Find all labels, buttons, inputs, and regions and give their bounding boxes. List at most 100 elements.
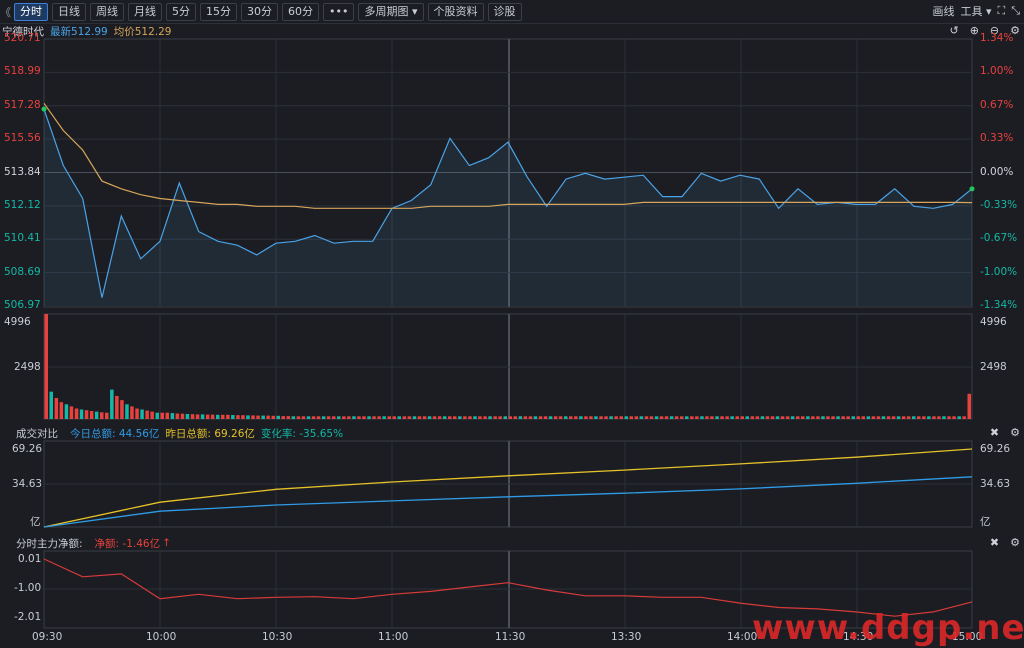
volume-bar	[528, 416, 533, 419]
volume-bar	[276, 415, 280, 419]
volume-bar	[906, 416, 911, 419]
volume-bar	[644, 416, 649, 419]
volume-bar	[634, 416, 639, 419]
volume-bar	[856, 416, 860, 419]
price-y-tick-right: -1.00%	[980, 265, 1018, 278]
x-axis-tick: 10:00	[146, 631, 177, 643]
volume-bar	[533, 416, 538, 419]
volume-bar	[326, 416, 331, 419]
marker-dot	[969, 186, 975, 192]
volume-bar	[558, 416, 563, 419]
volume-bar	[407, 416, 412, 419]
volume-bar	[221, 414, 225, 419]
volume-bar	[155, 412, 159, 419]
volume-bar	[120, 400, 124, 419]
volume-bar	[831, 416, 835, 419]
volume-bar	[372, 416, 376, 419]
compare-y-unit-left: 亿	[30, 516, 41, 528]
volume-bar	[468, 416, 472, 419]
volume-bar	[584, 416, 588, 419]
volume-bar	[765, 416, 770, 419]
price-y-tick-left: 513.84	[4, 165, 41, 178]
volume-bar	[720, 416, 724, 419]
volume-bar	[705, 416, 709, 419]
volume-bar	[523, 416, 528, 419]
volume-bar	[619, 416, 623, 419]
volume-bar	[281, 416, 285, 419]
volume-bar	[851, 416, 855, 419]
volume-bar	[79, 409, 84, 419]
volume-bar	[251, 415, 255, 419]
volume-bar	[881, 416, 886, 419]
volume-bar	[518, 416, 523, 419]
x-axis-tick: 13:30	[611, 631, 642, 643]
volume-bar	[427, 416, 432, 419]
volume-bar	[437, 416, 442, 419]
volume-bar	[342, 416, 346, 419]
price-y-tick-right: 1.00%	[980, 65, 1014, 78]
price-y-tick-right: 0.67%	[980, 98, 1014, 111]
volume-bar	[89, 411, 94, 419]
volume-bar	[130, 406, 134, 419]
volume-bar	[574, 416, 578, 419]
volume-bar	[609, 416, 613, 419]
volume-bar	[735, 416, 739, 419]
volume-bar	[367, 416, 371, 419]
volume-bar	[508, 416, 512, 419]
volume-bar	[59, 402, 64, 419]
volume-bar	[271, 415, 275, 419]
volume-bar	[811, 416, 815, 419]
flow-y-tick-left: -1.00	[14, 582, 42, 594]
volume-bar	[629, 416, 633, 419]
volume-bar	[115, 395, 119, 419]
volume-bar	[362, 416, 366, 419]
volume-bar	[760, 416, 765, 419]
marker-dot	[41, 106, 47, 112]
volume-bar	[513, 416, 517, 419]
volume-bar	[190, 414, 195, 419]
volume-bar	[125, 404, 129, 419]
price-y-tick-left: 515.56	[4, 132, 41, 145]
volume-bar	[180, 413, 185, 419]
volume-bar	[871, 416, 876, 419]
x-axis-tick: 11:00	[378, 631, 409, 643]
volume-bar	[498, 416, 502, 419]
chart-canvas[interactable]	[0, 0, 1024, 648]
volume-bar	[826, 416, 830, 419]
volume-y-tick-left: 4996	[4, 316, 31, 328]
volume-bar	[216, 414, 220, 419]
volume-bar	[886, 416, 891, 419]
volume-bar	[74, 408, 79, 419]
volume-bar	[200, 414, 205, 419]
volume-bar	[649, 416, 654, 419]
volume-bar	[160, 412, 164, 419]
volume-bar	[957, 416, 961, 419]
volume-bar	[422, 416, 427, 419]
x-axis-tick: 10:30	[262, 631, 293, 643]
volume-bar	[44, 314, 48, 419]
volume-bar	[205, 414, 210, 419]
volume-bar	[690, 416, 694, 419]
volume-bar	[927, 416, 931, 419]
volume-bar	[730, 416, 734, 419]
volume-bar	[316, 416, 321, 419]
volume-y-tick-right: 4996	[980, 316, 1007, 328]
volume-bar	[417, 416, 422, 419]
volume-bar	[337, 416, 341, 419]
price-y-tick-left: 510.41	[4, 232, 41, 245]
volume-bar	[740, 416, 744, 419]
volume-bar	[357, 416, 361, 419]
volume-bar	[145, 410, 149, 419]
volume-bar	[962, 416, 966, 419]
volume-bar	[942, 416, 946, 419]
volume-bar	[64, 404, 69, 419]
volume-bar	[680, 416, 684, 419]
volume-bar	[801, 416, 805, 419]
volume-bar	[165, 412, 169, 419]
volume-bar	[286, 416, 291, 419]
volume-bar	[624, 416, 628, 419]
volume-bar	[195, 414, 200, 419]
volume-bar	[821, 416, 825, 419]
volume-bar	[841, 416, 845, 419]
volume-bar	[937, 416, 941, 419]
